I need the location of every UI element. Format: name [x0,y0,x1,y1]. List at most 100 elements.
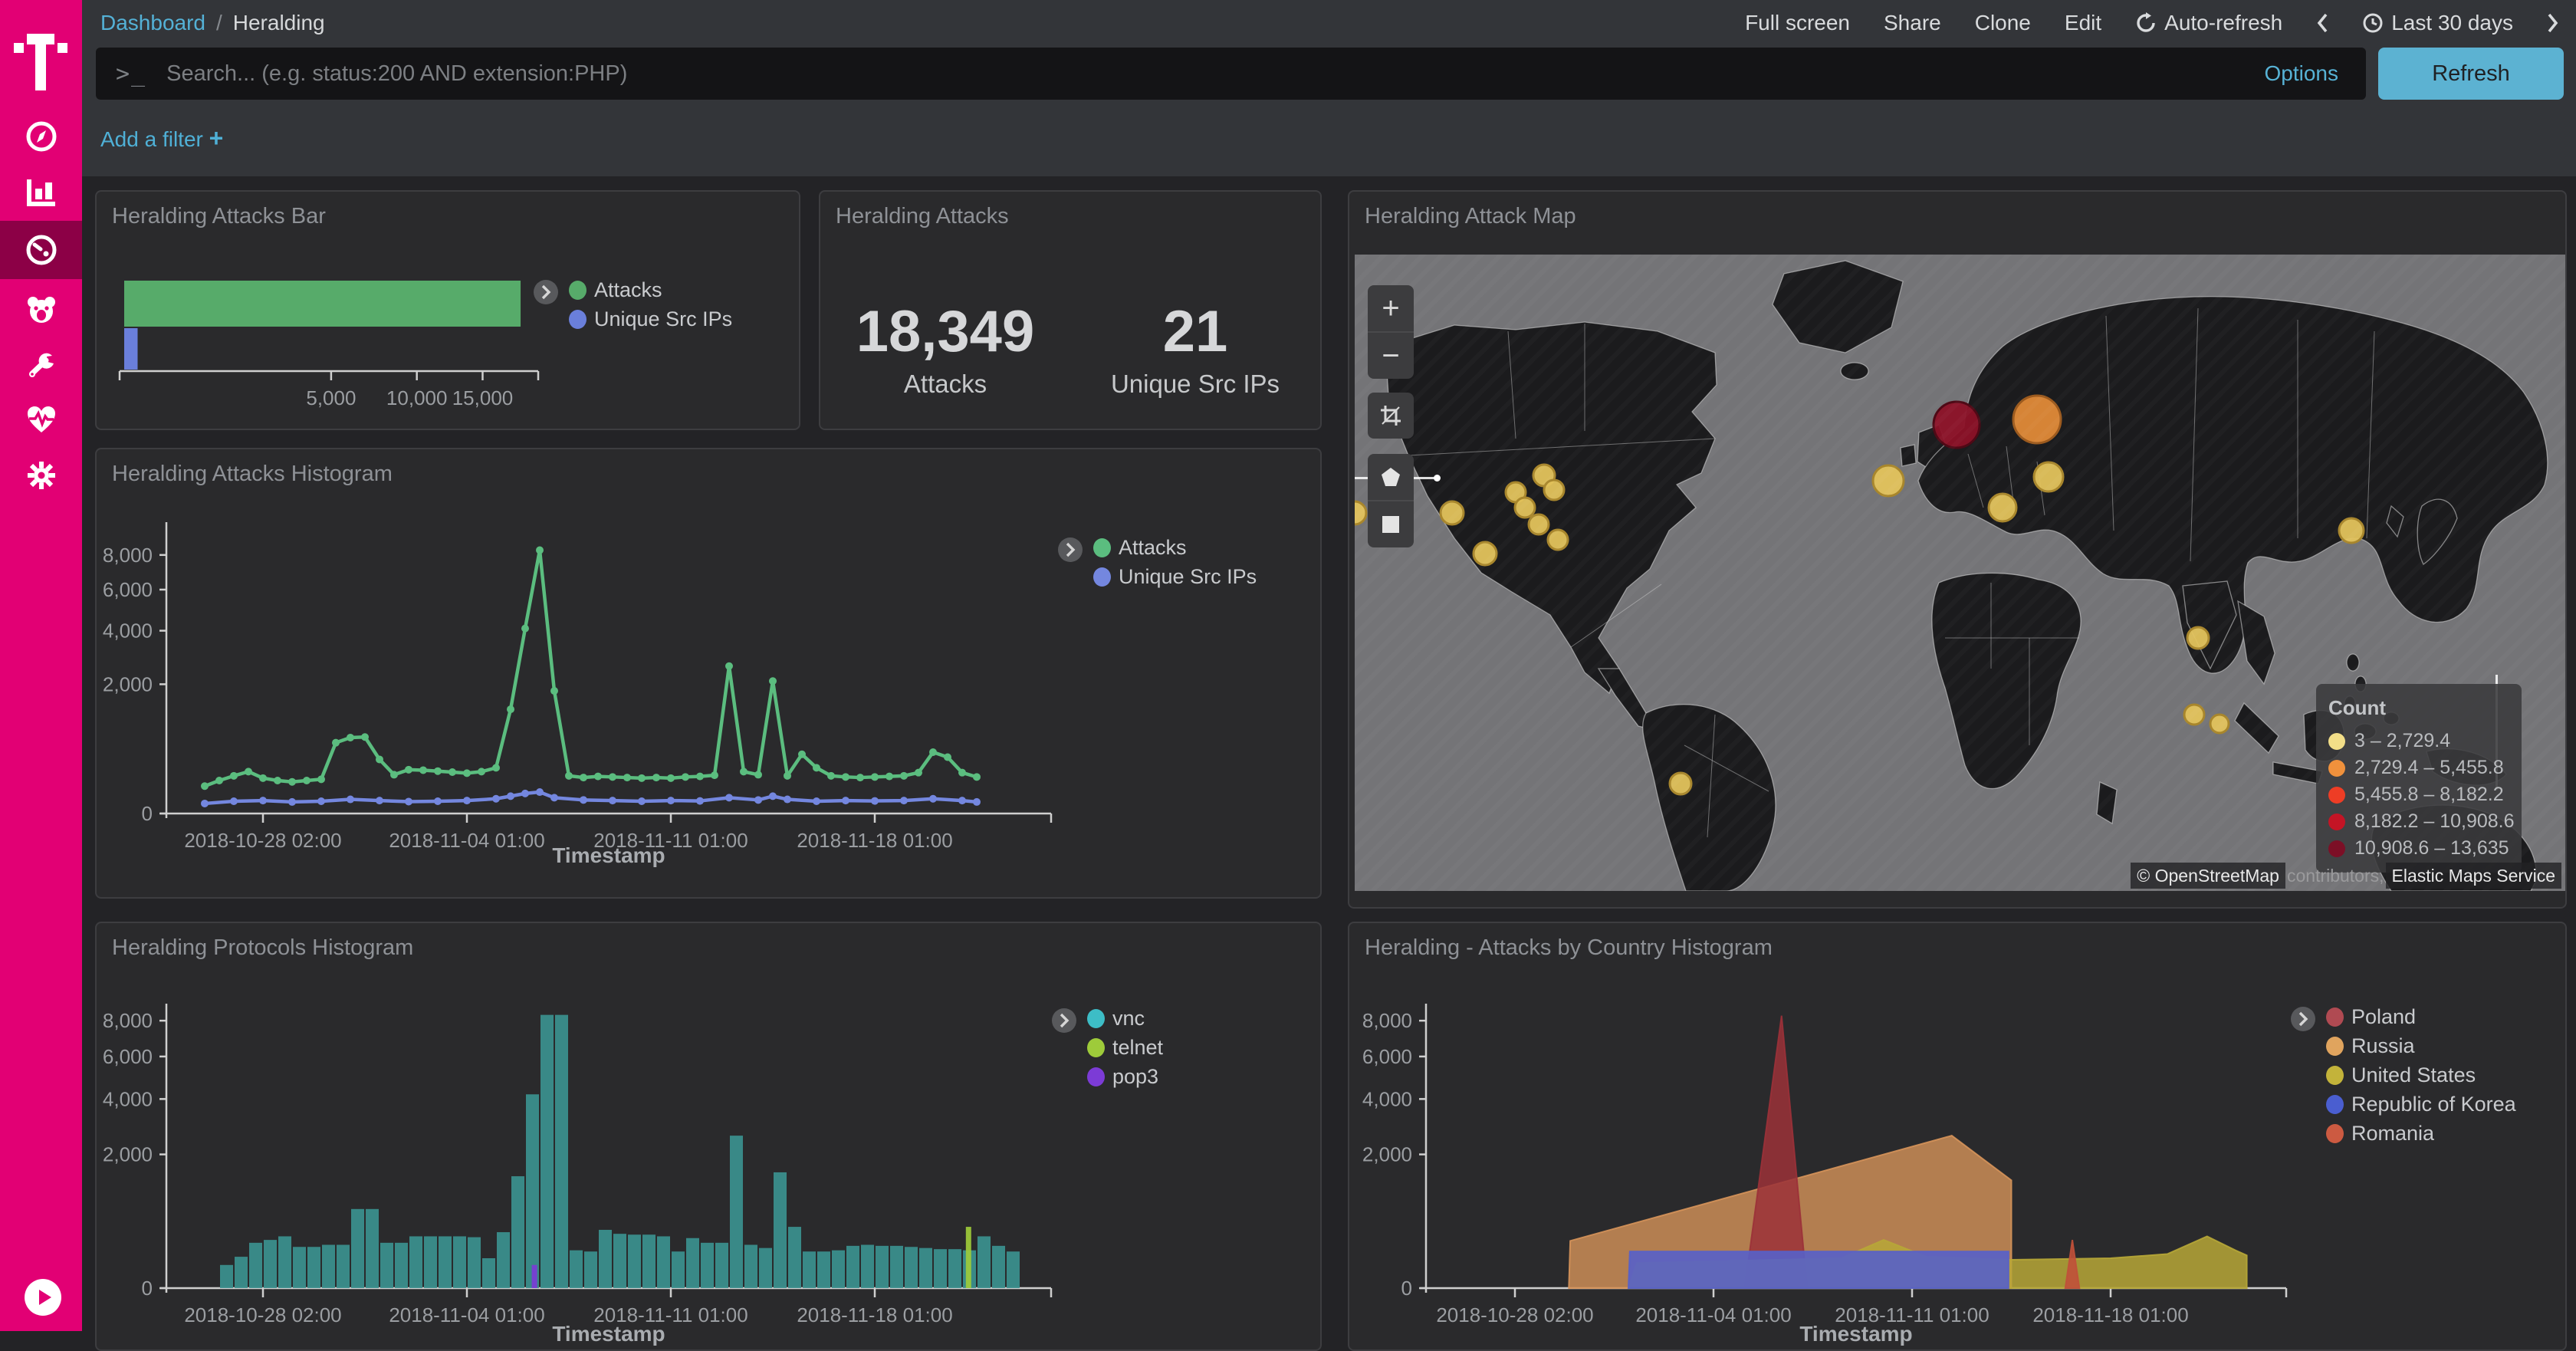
ems-link[interactable]: Elastic Maps Service [2386,863,2561,889]
legend-item[interactable]: Unique Src IPs [569,308,732,330]
svg-text:6,000: 6,000 [103,578,153,601]
heartbeat-icon [25,403,58,437]
time-range-picker[interactable]: Last 30 days [2362,11,2513,35]
panel-title: Heralding Attacks Bar [112,204,326,229]
legend-toggle-chevron-icon[interactable] [1052,1008,1076,1033]
plus-icon: + [209,124,224,152]
top-navbar: Dashboard / Heralding Full screen Share … [82,0,2576,46]
sidebar-item-visualize[interactable] [0,163,82,221]
time-forward-chevron-icon[interactable] [2547,13,2559,33]
sidebar-item-discover[interactable] [0,107,82,166]
metric-label: Unique Src IPs [1111,370,1280,399]
series-label: Poland [2351,1005,2416,1029]
panel-protocols-histogram: Heralding Protocols Histogram 0 2,000 4,00… [95,922,1322,1351]
series-color-dot [1093,538,1111,557]
sidebar-item-dev-tools[interactable] [0,336,82,394]
metric-label: Attacks [904,370,987,399]
svg-text:2018-11-18 01:00: 2018-11-18 01:00 [797,829,952,852]
svg-text:5,000: 5,000 [306,386,356,409]
series-color-dot [2326,1124,2344,1143]
panel-title: Heralding Protocols Histogram [112,935,413,961]
range-color-dot [2328,733,2345,750]
protocols-histogram-chart[interactable]: 02,0004,0006,0008,0002018-10-28 02:00201… [97,923,1320,1349]
svg-text:2,000: 2,000 [103,1143,153,1166]
auto-refresh-button[interactable]: Auto-refresh [2135,11,2282,35]
panel-title: Heralding Attack Map [1365,204,1576,229]
options-link[interactable]: Options [2265,61,2339,86]
map-attribution: © OpenStreetMapcontributors,Elastic Maps… [2131,866,2561,886]
attacks-histogram-chart[interactable]: 02,0004,0006,0008,0002018-10-28 02:00201… [97,449,1320,897]
clone-button[interactable]: Clone [1975,11,2031,35]
draw-polygon-button[interactable] [1368,454,1414,500]
add-filter-link[interactable]: Add a filter + [100,124,223,153]
series-label: Attacks [1119,536,1187,560]
legend-item[interactable]: Russia [2326,1035,2516,1057]
metric-value: 18,349 [856,298,1034,365]
sidebar-item-dashboard[interactable] [0,221,82,279]
legend-item[interactable]: Unique Src IPs [1093,566,1257,588]
zoom-out-button[interactable]: − [1368,331,1414,379]
osm-link[interactable]: OpenStreetMap [2155,866,2279,886]
polygon-icon [1379,465,1402,488]
app-sidebar [0,0,82,1331]
clock-icon [2362,12,2384,34]
sidebar-item-monitoring[interactable] [0,391,82,449]
breadcrumb-dashboard-link[interactable]: Dashboard [100,11,205,35]
dashboard-grid: Heralding Attacks Bar 5,00010,00015,000 … [82,176,2576,1331]
legend-item[interactable]: Attacks [1093,537,1257,559]
svg-text:0: 0 [142,1277,153,1300]
breadcrumb: Dashboard / Heralding [100,11,325,35]
series-color-dot [2326,1007,2344,1027]
fit-bounds-button[interactable] [1368,393,1414,439]
series-label: Republic of Korea [2351,1093,2516,1116]
world-map[interactable]: + − [1355,255,2566,891]
svg-text:4,000: 4,000 [103,1087,153,1110]
legend-toggle-chevron-icon[interactable] [2291,1007,2315,1031]
legend-item[interactable]: pop3 [1087,1066,1163,1088]
refresh-cycle-icon [2135,12,2157,34]
panel-country-histogram: Heralding - Attacks by Country Histogram… [1348,922,2567,1351]
legend-toggle-chevron-icon[interactable] [1058,537,1083,562]
legend: Attacks Unique Src IPs [534,279,732,330]
map-fit-control [1368,393,1414,439]
range-color-dot [2328,787,2345,804]
share-button[interactable]: Share [1884,11,1941,35]
telekom-logo[interactable] [14,20,67,90]
refresh-button[interactable]: Refresh [2378,48,2564,100]
svg-text:2018-11-04 01:00: 2018-11-04 01:00 [389,1303,544,1326]
search-placeholder: Search... (e.g. status:200 AND extension… [166,61,2264,87]
time-back-chevron-icon[interactable] [2316,13,2328,33]
range-label: 10,908.6 – 13,635 [2354,837,2509,860]
compass-icon [25,120,58,153]
bar-chart-icon [25,175,58,209]
series-color-dot [1093,567,1111,587]
edit-button[interactable]: Edit [2065,11,2101,35]
sidebar-item-t-pot[interactable] [0,281,82,339]
sidebar-expand-button[interactable] [25,1279,61,1316]
legend-item[interactable]: Republic of Korea [2326,1093,2516,1116]
map-draw-controls [1368,454,1414,547]
series-color-dot [2326,1066,2344,1085]
svg-text:8,000: 8,000 [1362,1009,1412,1032]
legend-item[interactable]: Poland [2326,1006,2516,1028]
svg-text:2018-10-28 02:00: 2018-10-28 02:00 [184,1303,341,1326]
metric-value: 21 [1163,298,1228,365]
legend-item[interactable]: telnet [1087,1037,1163,1059]
search-input[interactable]: >_ Search... (e.g. status:200 AND extens… [96,48,2366,100]
full-screen-button[interactable]: Full screen [1745,11,1850,35]
svg-text:10,000: 10,000 [386,386,448,409]
sidebar-item-management[interactable] [0,446,82,505]
zoom-in-button[interactable]: + [1368,285,1414,331]
legend-item[interactable]: Romania [2326,1123,2516,1145]
map-count-legend: Count 3 – 2,729.42,729.4 – 5,455.85,455.… [2316,684,2522,873]
legend-item[interactable]: Attacks [569,279,732,301]
metric-attacks: 18,349 Attacks [820,307,1070,390]
panel-attacks-bar: Heralding Attacks Bar 5,00010,00015,000 … [95,190,800,430]
panel-title: Heralding Attacks [836,204,1009,229]
legend-item[interactable]: vnc [1087,1007,1163,1030]
draw-rectangle-button[interactable] [1368,500,1414,547]
svg-text:4,000: 4,000 [103,620,153,643]
legend-item[interactable]: United States [2326,1064,2516,1086]
legend-toggle-chevron-icon[interactable] [534,280,558,304]
wrench-icon [25,348,58,382]
